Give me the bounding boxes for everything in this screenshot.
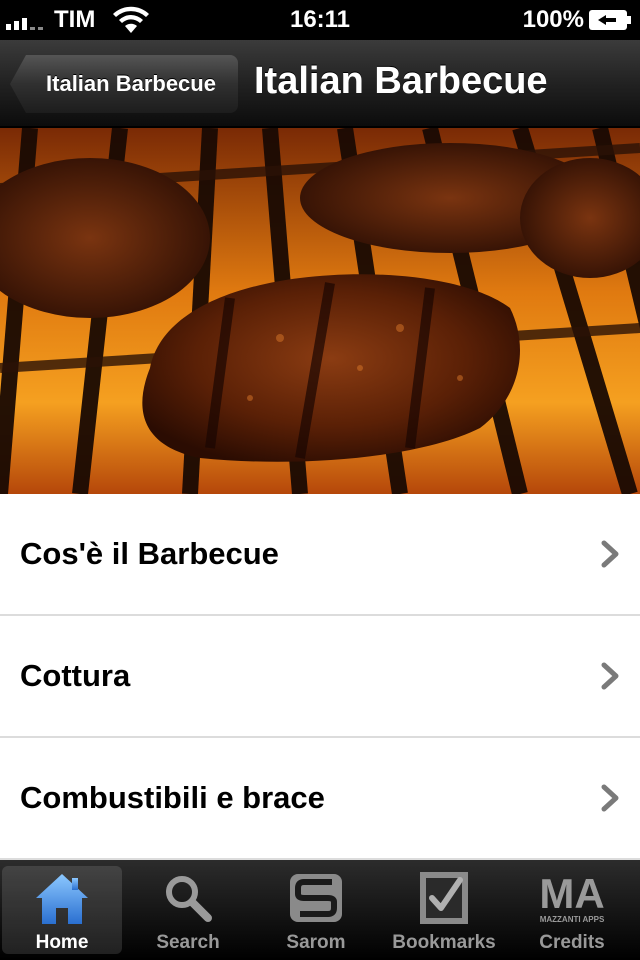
grilled-meat-photo <box>0 128 640 494</box>
tab-home[interactable]: Home <box>2 866 122 954</box>
svg-text:MAZZANTI APPS: MAZZANTI APPS <box>540 915 605 924</box>
status-bar: TIM 16:11 100% <box>0 0 640 40</box>
battery-charging-icon <box>589 10 631 30</box>
tab-label: Bookmarks <box>392 932 496 953</box>
list-item[interactable]: Combustibili e brace <box>0 738 640 860</box>
tab-bar: Home Search Sarom Bookmarks MA MAZZANTI … <box>0 860 640 960</box>
sarom-logo-icon <box>290 874 342 922</box>
tab-credits[interactable]: MA MAZZANTI APPS Credits <box>508 860 636 960</box>
tab-label: Sarom <box>286 932 346 953</box>
tab-sarom[interactable]: Sarom <box>252 860 380 960</box>
magnifier-icon <box>166 876 212 922</box>
page-title: Italian Barbecue <box>254 60 548 102</box>
tab-label: Search <box>156 932 220 953</box>
tab-search[interactable]: Search <box>124 860 252 960</box>
tab-bookmarks[interactable]: Bookmarks <box>380 860 508 960</box>
back-button[interactable]: Italian Barbecue <box>10 55 238 113</box>
bookmark-check-icon <box>420 872 468 924</box>
list-item-label: Cos'è il Barbecue <box>20 536 279 571</box>
house-icon <box>36 874 88 924</box>
tab-label: Home <box>35 932 89 953</box>
svg-text:MA: MA <box>539 870 604 917</box>
hero-image <box>0 128 640 494</box>
navigation-bar: Italian Barbecue Italian Barbecue <box>0 40 640 128</box>
chevron-right-icon <box>601 784 619 812</box>
chevron-right-icon <box>601 540 619 568</box>
tab-label: Credits <box>539 932 605 953</box>
menu-list: Cos'è il Barbecue Cottura Combustibili e… <box>0 494 640 860</box>
list-item-label: Combustibili e brace <box>20 780 325 815</box>
chevron-right-icon <box>601 662 619 690</box>
list-item-label: Cottura <box>20 658 131 693</box>
battery-percentage: 100% <box>522 6 584 33</box>
mazzanti-apps-logo: MA MAZZANTI APPS <box>539 870 605 924</box>
list-item[interactable]: Cos'è il Barbecue <box>0 494 640 616</box>
list-item[interactable]: Cottura <box>0 616 640 738</box>
